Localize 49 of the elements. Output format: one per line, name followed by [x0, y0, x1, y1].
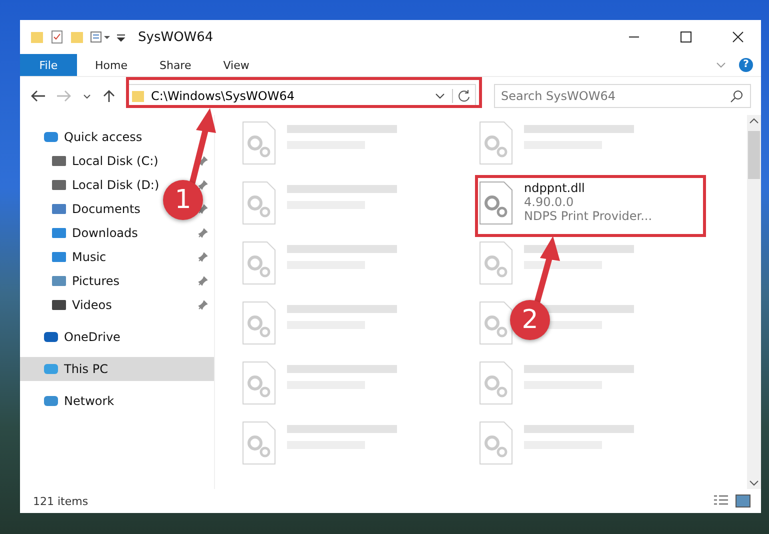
sidebar-item[interactable]: Documents: [20, 197, 140, 221]
address-bar[interactable]: C:\Windows\SysWOW64: [126, 84, 476, 108]
refresh-icon[interactable]: [452, 89, 471, 103]
pin-icon[interactable]: [198, 300, 208, 310]
search-icon: [730, 89, 744, 103]
search-field[interactable]: Search SysWOW64: [494, 84, 751, 108]
expand-ribbon-icon[interactable]: [715, 60, 727, 70]
ribbon-tab[interactable]: View: [209, 54, 264, 76]
scrollbar-thumb[interactable]: [748, 131, 760, 179]
pin-icon[interactable]: [198, 156, 208, 166]
sidebar-item[interactable]: Pictures: [20, 269, 120, 293]
sidebar-item[interactable]: Network: [20, 389, 214, 413]
scroll-down-icon[interactable]: [749, 479, 759, 487]
forward-icon[interactable]: [56, 89, 72, 103]
pin-icon[interactable]: [198, 228, 208, 238]
sidebar-item[interactable]: Downloads: [20, 221, 138, 245]
pin-icon[interactable]: [198, 204, 208, 214]
pin-icon[interactable]: [198, 252, 208, 262]
ribbon-tab[interactable]: Share: [145, 54, 206, 76]
ribbon-tab[interactable]: File: [20, 54, 77, 76]
checklist-icon[interactable]: [50, 30, 64, 44]
large-icons-view-icon[interactable]: [735, 494, 751, 508]
properties-icon[interactable]: [90, 30, 110, 44]
scrollbar[interactable]: [747, 115, 761, 489]
help-button[interactable]: ?: [739, 58, 753, 72]
sidebar-item[interactable]: This PC: [20, 357, 214, 381]
sidebar-item[interactable]: Local Disk (C:): [20, 149, 158, 173]
ribbon-tab[interactable]: Home: [81, 54, 142, 76]
sidebar-item[interactable]: Music: [20, 245, 106, 269]
sidebar-item[interactable]: Videos: [20, 293, 112, 317]
dll-file-icon: [478, 181, 514, 225]
file-detail: NDPS Print Provider...: [524, 209, 652, 223]
sidebar-item[interactable]: Local Disk (D:): [20, 173, 160, 197]
sidebar-item[interactable]: OneDrive: [20, 325, 214, 349]
folder-icon: [131, 89, 145, 103]
address-path: C:\Windows\SysWOW64: [151, 89, 296, 103]
scroll-up-icon[interactable]: [749, 117, 759, 125]
blurred-file-icon[interactable]: [478, 301, 514, 345]
file-detail: 4.90.0.0: [524, 195, 575, 209]
dropdown-icon[interactable]: [434, 91, 446, 101]
up-icon[interactable]: [102, 89, 116, 103]
item-count: 121 items: [33, 494, 88, 508]
window-title: SysWOW64: [138, 30, 214, 44]
pin-icon[interactable]: [198, 276, 208, 286]
pin-icon[interactable]: [198, 180, 208, 190]
sidebar-item[interactable]: Quick access: [20, 125, 214, 149]
file-item[interactable]: ndppnt.dll 4.90.0.0 NDPS Print Provider...: [478, 181, 652, 225]
back-icon[interactable]: [30, 89, 46, 103]
file-name: ndppnt.dll: [524, 181, 586, 195]
